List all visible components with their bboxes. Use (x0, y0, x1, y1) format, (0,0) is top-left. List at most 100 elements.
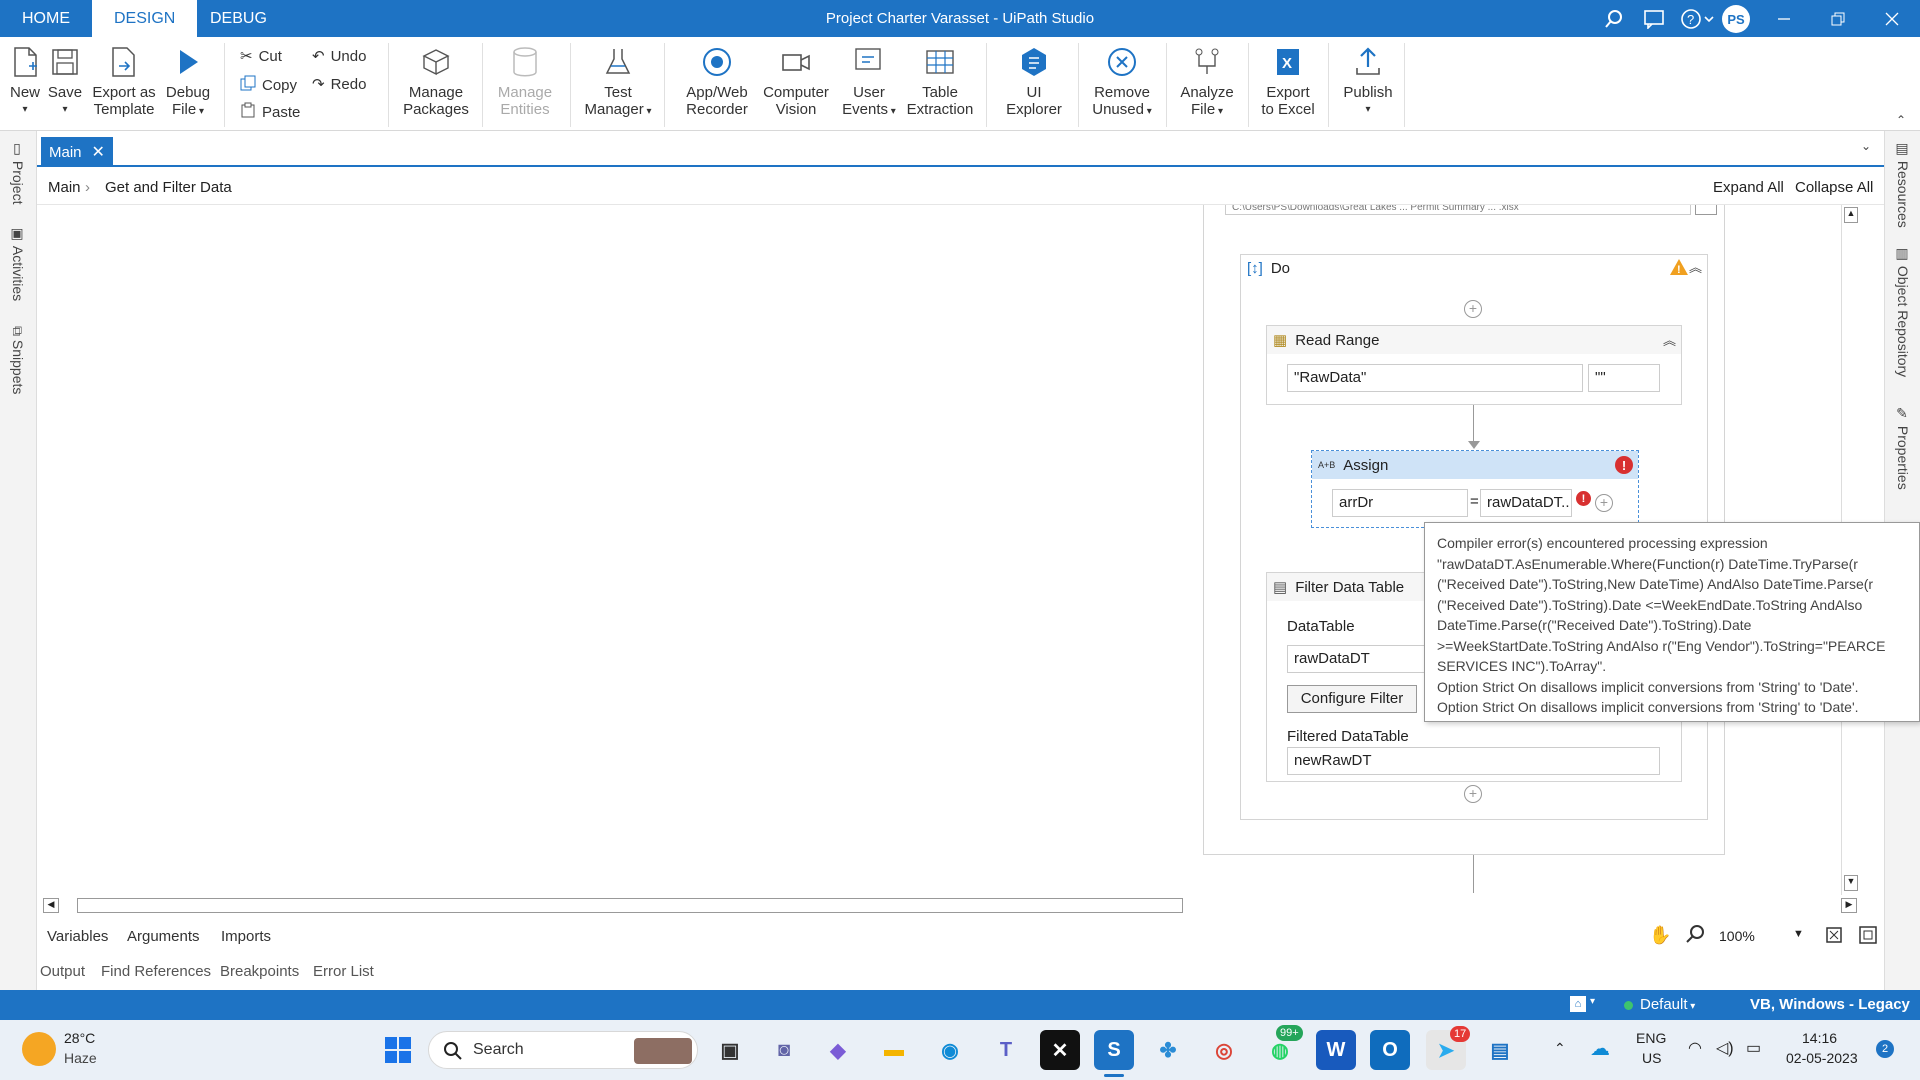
breadcrumb-current[interactable]: Get and Filter Data (105, 179, 232, 196)
weather-temp[interactable]: 28°C (64, 1030, 95, 1046)
copilot-icon[interactable]: ◆ (818, 1030, 858, 1070)
pan-hand-icon[interactable]: ✋ (1649, 925, 1671, 946)
imports-tab[interactable]: Imports (221, 928, 271, 945)
remove-unused-button[interactable]: Remove Unused ▾ (1086, 45, 1158, 120)
activities-panel-tab[interactable]: ▣ Activities (10, 226, 26, 301)
filtered-datatable-input[interactable]: newRawDT (1287, 747, 1660, 775)
add-assignment-icon[interactable]: + (1595, 494, 1613, 512)
ui-explorer-button[interactable]: UI Explorer (996, 45, 1072, 118)
add-activity-icon[interactable]: + (1464, 300, 1482, 318)
minimize-icon[interactable] (1770, 6, 1798, 32)
test-manager-button[interactable]: Test Manager ▾ (580, 45, 656, 120)
feedback-icon[interactable] (1640, 6, 1668, 32)
capcut-icon[interactable]: ✕ (1040, 1030, 1080, 1070)
publish-button[interactable]: Publish ▾ (1336, 45, 1400, 118)
export-excel-button[interactable]: X Export to Excel (1254, 45, 1322, 118)
redo-button[interactable]: ↷ Redo (312, 75, 366, 94)
avatar[interactable]: PS (1722, 5, 1750, 33)
scroll-up-icon[interactable]: ▲ (1844, 207, 1858, 223)
assign-to-input[interactable]: arrDr (1332, 489, 1468, 517)
close-icon[interactable] (1878, 6, 1906, 32)
notepad-icon[interactable]: ▤ (1480, 1030, 1520, 1070)
zoom-level[interactable]: 100% (1719, 928, 1755, 944)
horizontal-scrollbar[interactable]: ◀ ▶ (41, 895, 1861, 917)
notification-count-badge[interactable]: 2 (1876, 1040, 1894, 1058)
overview-icon[interactable] (1859, 926, 1877, 948)
object-repository-panel-tab[interactable]: ▥ Object Repository (1895, 246, 1911, 377)
clock-date[interactable]: 02-05-2023 (1786, 1050, 1858, 1066)
language-indicator-1[interactable]: ENG (1636, 1030, 1666, 1046)
volume-icon[interactable]: ◁) (1716, 1038, 1734, 1058)
breadcrumb-main[interactable]: Main (48, 179, 81, 196)
tab-list-chevron-icon[interactable]: ⌄ (1861, 139, 1871, 153)
profile-selector[interactable]: Default ▾ (1640, 996, 1695, 1013)
restore-icon[interactable] (1824, 6, 1852, 32)
app-web-recorder-button[interactable]: App/Web Recorder (676, 45, 758, 118)
edge-icon[interactable]: ◉ (930, 1030, 970, 1070)
file-explorer-icon[interactable]: ▬ (874, 1030, 914, 1070)
scroll-thumb[interactable] (77, 898, 1183, 913)
browse-button[interactable] (1695, 205, 1717, 215)
undo-button[interactable]: ↶ Undo (312, 47, 366, 66)
outlook-icon[interactable]: O (1370, 1030, 1410, 1070)
fit-to-screen-icon[interactable] (1825, 926, 1843, 948)
new-button[interactable]: New ▾ (4, 45, 46, 118)
paste-button[interactable]: Paste (240, 102, 300, 122)
cut-button[interactable]: ✂ Cut (240, 47, 282, 66)
scroll-right-icon[interactable]: ▶ (1841, 898, 1857, 913)
uipath-studio-icon[interactable]: S (1094, 1030, 1134, 1070)
analyze-file-button[interactable]: Analyze File ▾ (1174, 45, 1240, 120)
user-events-button[interactable]: User Events ▾ (836, 45, 902, 120)
computer-vision-button[interactable]: Computer Vision (756, 45, 836, 118)
weather-icon[interactable] (22, 1032, 56, 1066)
windows-start-icon[interactable] (378, 1030, 418, 1070)
resources-panel-tab[interactable]: ▤ Resources (1895, 141, 1911, 228)
assign-activity[interactable]: A+B Assign ! arrDr = rawDataDT.. ! + (1311, 450, 1639, 528)
debug-file-button[interactable]: Debug File ▾ (160, 45, 216, 120)
teams-chat-icon[interactable]: ◙ (764, 1030, 804, 1070)
source-control-icon[interactable]: ⌂ (1570, 996, 1586, 1012)
onedrive-icon[interactable]: ☁ (1590, 1036, 1610, 1061)
sheet-name-input[interactable]: "RawData" (1287, 364, 1583, 392)
expand-all-button[interactable]: Expand All (1713, 179, 1784, 196)
scroll-left-icon[interactable]: ◀ (43, 898, 59, 913)
tab-debug[interactable]: DEBUG (188, 0, 289, 37)
chrome-icon[interactable]: ◎ (1204, 1030, 1244, 1070)
configure-filter-button[interactable]: Configure Filter (1287, 685, 1417, 713)
save-button[interactable]: Save ▾ (46, 45, 84, 118)
manage-packages-button[interactable]: Manage Packages (400, 45, 472, 118)
output-tab[interactable]: Output (40, 963, 85, 980)
help-icon[interactable]: ? (1678, 6, 1718, 32)
export-template-button[interactable]: Export as Template (88, 45, 160, 118)
breakpoints-tab[interactable]: Breakpoints (220, 963, 299, 980)
error-list-tab[interactable]: Error List (313, 963, 374, 980)
tab-main[interactable]: Main ✕ (41, 137, 113, 167)
zoom-dropdown-icon[interactable]: ▼ (1793, 928, 1804, 940)
close-tab-icon[interactable]: ✕ (92, 142, 105, 162)
clock-time[interactable]: 14:16 (1802, 1030, 1837, 1046)
word-icon[interactable]: W (1316, 1030, 1356, 1070)
properties-panel-tab[interactable]: ✎ Properties (1895, 406, 1911, 490)
workbook-path-field[interactable]: C:\Users\PS\Downloads\Great Lakes ... Pe… (1225, 205, 1691, 215)
teams-icon[interactable]: T (986, 1030, 1026, 1070)
tab-home[interactable]: HOME (0, 0, 92, 37)
variables-tab[interactable]: Variables (47, 928, 108, 945)
collapse-all-button[interactable]: Collapse All (1795, 179, 1873, 196)
wifi-icon[interactable]: ◠ (1688, 1038, 1702, 1058)
search-icon[interactable] (1600, 6, 1628, 32)
read-range-activity[interactable]: ▦ Read Range ︽ "RawData" "" (1266, 325, 1682, 405)
zoom-icon[interactable] (1685, 924, 1705, 948)
table-extraction-button[interactable]: Table Extraction (902, 45, 978, 118)
collapse-do-icon[interactable]: ︽ (1689, 257, 1702, 276)
assign-value-input[interactable]: rawDataDT.. (1480, 489, 1572, 517)
range-input[interactable]: "" (1588, 364, 1660, 392)
show-hidden-icons-icon[interactable]: ⌃ (1554, 1040, 1566, 1057)
arguments-tab[interactable]: Arguments (127, 928, 200, 945)
copy-button[interactable]: Copy (240, 75, 297, 95)
source-control-dropdown-icon[interactable]: ▾ (1590, 996, 1595, 1007)
project-panel-tab[interactable]: ▯ Project (10, 141, 26, 204)
add-activity-icon[interactable]: + (1464, 785, 1482, 803)
uipath-assistant-icon[interactable]: ✤ (1148, 1030, 1188, 1070)
task-view-icon[interactable]: ▣ (710, 1030, 750, 1070)
collapse-read-range-icon[interactable]: ︽ (1663, 330, 1676, 349)
